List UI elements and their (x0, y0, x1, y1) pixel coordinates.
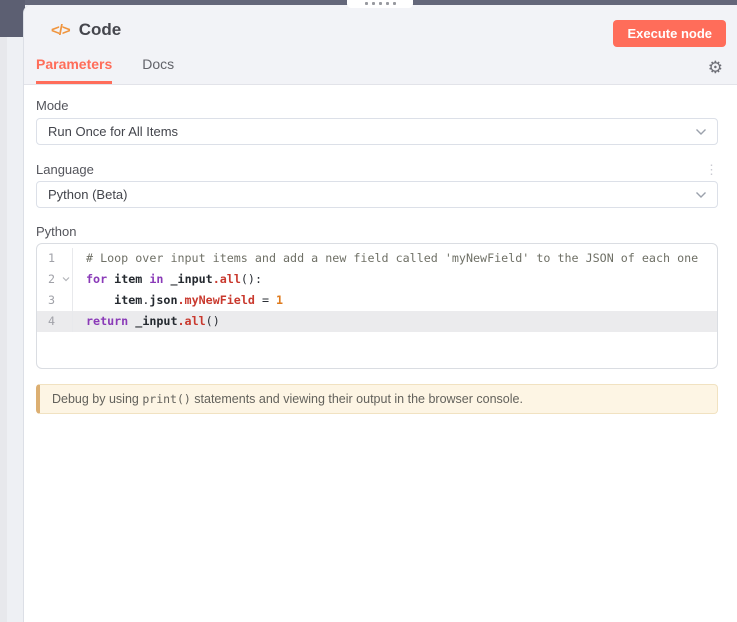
token-plain: () (205, 314, 220, 328)
debug-notice: Debug by using print() statements and vi… (36, 384, 718, 415)
grip-dot-icon (378, 2, 382, 5)
line-number: 1 (37, 248, 73, 269)
language-select-value: Python (Beta) (48, 187, 128, 202)
parameter-options-icon[interactable]: ⋮ (705, 163, 718, 176)
language-select[interactable]: Python (Beta) (36, 181, 718, 208)
code-line-text: # Loop over input items and add a new fi… (73, 248, 717, 269)
token-keyword: in (149, 272, 164, 286)
line-number: 2 (37, 269, 73, 290)
code-line[interactable]: 1 # Loop over input items and add a new f… (37, 248, 717, 269)
code-line[interactable]: 2 for item in _input.all(): (37, 269, 717, 290)
grip-dot-icon (371, 2, 375, 5)
mode-select-value: Run Once for All Items (48, 124, 179, 139)
token-plain: = (254, 293, 277, 307)
token-comment: # Loop over input items and add a new fi… (86, 251, 699, 265)
code-editor-lines: 1 # Loop over input items and add a new f… (37, 248, 717, 332)
chevron-down-icon (696, 128, 706, 135)
token-variable: json (149, 293, 178, 307)
python-code-label: Python (36, 224, 77, 239)
notice-text: Debug by using (52, 392, 143, 406)
token-plain: (): (240, 272, 263, 286)
code-line-text: return _input.all() (73, 311, 717, 332)
page-title: Code (78, 20, 122, 39)
panel-drag-handle[interactable] (347, 0, 413, 8)
tab-bar: Parameters Docs (36, 56, 174, 84)
fold-chevron-icon[interactable] (62, 275, 70, 283)
line-number: 4 (37, 311, 73, 332)
token-variable: item (114, 272, 143, 286)
tab-docs[interactable]: Docs (142, 56, 174, 84)
token-property: .all (212, 272, 241, 286)
panel-header: </> Code Execute node Parameters Docs ⚙ (24, 5, 737, 85)
code-line[interactable]: 4 return _input.all() (37, 311, 717, 332)
code-line-text: for item in _input.all(): (73, 269, 717, 290)
mode-label: Mode (36, 98, 69, 113)
code-line[interactable]: 3 item.json.myNewField = 1 (37, 290, 717, 311)
code-editor[interactable]: 1 # Loop over input items and add a new f… (36, 243, 718, 369)
token-number: 1 (276, 293, 284, 307)
grip-dot-icon (385, 2, 389, 5)
tab-parameters[interactable]: Parameters (36, 56, 113, 84)
language-label: Language (36, 162, 94, 177)
node-title-row: </> Code (51, 20, 121, 40)
token-property: .all (177, 314, 206, 328)
code-node-icon: </> (51, 21, 71, 39)
chevron-down-icon (696, 191, 706, 198)
token-property: .myNewField (177, 293, 255, 307)
grip-dot-icon (392, 2, 396, 5)
background-panel-corner (0, 0, 25, 37)
token-variable: _input (135, 314, 178, 328)
code-line-text: item.json.myNewField = 1 (73, 290, 717, 311)
notice-code-snippet: print() (142, 392, 191, 406)
line-number: 3 (37, 290, 73, 311)
background-left-strip (0, 37, 7, 622)
grip-dot-icon (364, 2, 368, 5)
token-variable: item (114, 293, 143, 307)
parameters-pane: Mode Run Once for All Items Language ⋮ P… (24, 98, 737, 415)
token-keyword: for (86, 272, 108, 286)
language-label-row: Language ⋮ (36, 162, 718, 177)
token-keyword: return (86, 314, 129, 328)
execute-node-button[interactable]: Execute node (613, 20, 726, 47)
node-settings-panel: </> Code Execute node Parameters Docs ⚙ … (24, 5, 737, 622)
mode-select[interactable]: Run Once for All Items (36, 118, 718, 145)
gear-icon[interactable]: ⚙ (708, 59, 723, 76)
notice-text: statements and viewing their output in t… (190, 392, 523, 406)
token-variable: _input (170, 272, 213, 286)
